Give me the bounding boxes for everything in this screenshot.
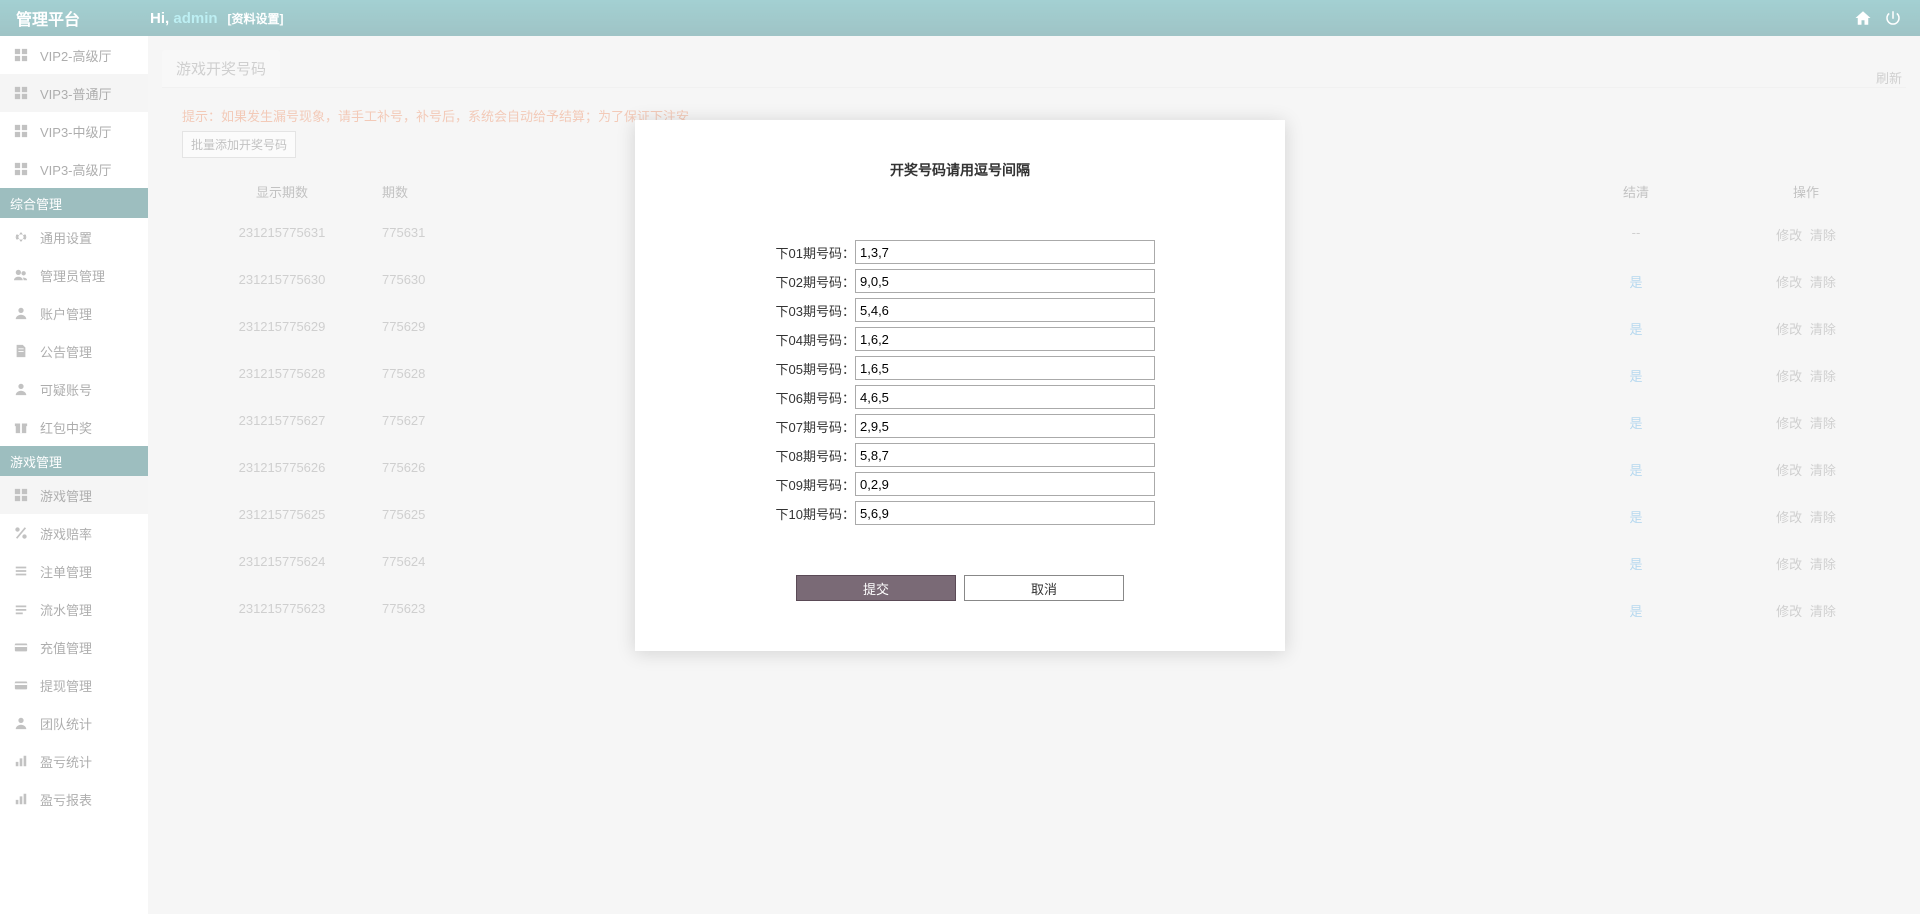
period-5-input[interactable] — [855, 356, 1155, 380]
dialog-label: 下08期号码： — [765, 446, 855, 465]
period-10-input[interactable] — [855, 501, 1155, 525]
dialog-row-6: 下06期号码： — [675, 385, 1245, 409]
dialog-label: 下06期号码： — [765, 388, 855, 407]
dialog-label: 下09期号码： — [765, 475, 855, 494]
dialog-row-7: 下07期号码： — [675, 414, 1245, 438]
dialog-label: 下10期号码： — [765, 504, 855, 523]
dialog-label: 下01期号码： — [765, 243, 855, 262]
dialog-row-1: 下01期号码： — [675, 240, 1245, 264]
period-1-input[interactable] — [855, 240, 1155, 264]
period-7-input[interactable] — [855, 414, 1155, 438]
batch-add-dialog: 开奖号码请用逗号间隔 下01期号码： 下02期号码： 下03期号码： 下04期号… — [635, 120, 1285, 651]
dialog-row-5: 下05期号码： — [675, 356, 1245, 380]
dialog-label: 下03期号码： — [765, 301, 855, 320]
dialog-row-8: 下08期号码： — [675, 443, 1245, 467]
dialog-row-3: 下03期号码： — [675, 298, 1245, 322]
dialog-label: 下04期号码： — [765, 330, 855, 349]
dialog-label: 下05期号码： — [765, 359, 855, 378]
dialog-row-4: 下04期号码： — [675, 327, 1245, 351]
dialog-title: 开奖号码请用逗号间隔 — [675, 160, 1245, 180]
dialog-label: 下07期号码： — [765, 417, 855, 436]
period-8-input[interactable] — [855, 443, 1155, 467]
period-3-input[interactable] — [855, 298, 1155, 322]
dialog-row-2: 下02期号码： — [675, 269, 1245, 293]
period-9-input[interactable] — [855, 472, 1155, 496]
dialog-label: 下02期号码： — [765, 272, 855, 291]
submit-button[interactable]: 提交 — [796, 575, 956, 601]
dialog-row-9: 下09期号码： — [675, 472, 1245, 496]
modal-overlay[interactable]: 开奖号码请用逗号间隔 下01期号码： 下02期号码： 下03期号码： 下04期号… — [0, 0, 1920, 914]
dialog-row-10: 下10期号码： — [675, 501, 1245, 525]
cancel-button[interactable]: 取消 — [964, 575, 1124, 601]
period-2-input[interactable] — [855, 269, 1155, 293]
period-4-input[interactable] — [855, 327, 1155, 351]
period-6-input[interactable] — [855, 385, 1155, 409]
